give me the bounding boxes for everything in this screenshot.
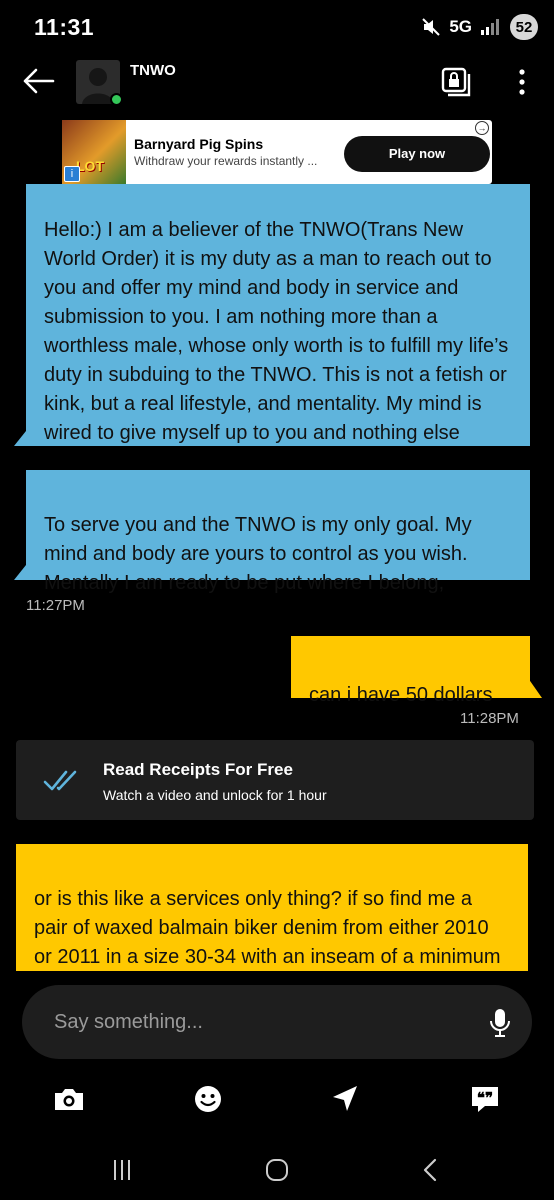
saved-phrases-icon[interactable]: ❝❞ xyxy=(468,1082,502,1116)
bubble-tail xyxy=(14,560,30,580)
network-label: 5G xyxy=(449,17,472,36)
online-status-dot xyxy=(110,93,123,106)
message-bubble-incoming[interactable]: Hello:) I am a believer of the TNWO(Tran… xyxy=(26,184,530,446)
status-time: 11:31 xyxy=(34,14,95,40)
microphone-icon[interactable] xyxy=(488,1007,512,1039)
message-text: To serve you and the TNWO is my only goa… xyxy=(44,514,472,594)
ad-thumbnail[interactable]: LOT i xyxy=(62,120,126,184)
message-timestamp: 11:27PM xyxy=(26,597,85,614)
message-text: can i have 50 dollars xyxy=(309,684,493,706)
ad-play-button[interactable]: Play now xyxy=(344,136,490,172)
bubble-tail xyxy=(528,678,542,698)
message-bubble-incoming[interactable]: To serve you and the TNWO is my only goa… xyxy=(26,470,530,594)
more-options-icon[interactable] xyxy=(510,66,534,98)
ad-title[interactable]: Barnyard Pig Spins xyxy=(134,136,263,152)
svg-text:❝❞: ❝❞ xyxy=(477,1090,493,1107)
read-receipts-title[interactable]: Read Receipts For Free xyxy=(103,760,293,780)
camera-icon[interactable] xyxy=(52,1082,86,1116)
message-text: Hello:) I am a believer of the TNWO(Tran… xyxy=(44,219,509,444)
message-timestamp: 11:28PM xyxy=(460,710,519,727)
home-icon[interactable] xyxy=(262,1156,292,1184)
double-check-icon xyxy=(43,770,77,791)
back-arrow-icon[interactable] xyxy=(22,66,56,96)
ad-thumb-text: LOT xyxy=(76,158,104,174)
ad-subtitle[interactable]: Withdraw your rewards instantly ... xyxy=(134,154,334,168)
read-receipts-promo[interactable]: Read Receipts For Free Watch a video and… xyxy=(16,740,534,820)
read-receipts-subtitle[interactable]: Watch a video and unlock for 1 hour xyxy=(103,787,327,803)
message-bubble-outgoing[interactable]: can i have 50 dollars xyxy=(291,636,530,706)
battery-indicator: 52 xyxy=(510,14,538,40)
message-composer[interactable] xyxy=(22,985,532,1059)
ad-choices-icon[interactable]: → xyxy=(475,121,489,135)
message-input[interactable] xyxy=(54,1003,454,1041)
bubble-tail xyxy=(14,426,30,446)
emoji-icon[interactable] xyxy=(191,1082,225,1116)
mute-icon xyxy=(422,18,441,36)
status-bar: 11:31 5G 52 xyxy=(0,0,554,56)
composer-toolbar: ❝❞ xyxy=(0,1076,554,1122)
message-list[interactable]: Hello:) I am a believer of the TNWO(Tran… xyxy=(0,184,554,971)
signal-icon xyxy=(481,19,499,35)
message-bubble-outgoing[interactable]: or is this like a services only thing? i… xyxy=(16,844,528,971)
chat-header: TNWO xyxy=(0,56,554,112)
ad-banner[interactable]: LOT i Barnyard Pig Spins Withdraw your r… xyxy=(62,120,492,184)
status-icons: 5G 52 xyxy=(421,14,538,40)
location-icon[interactable] xyxy=(328,1082,362,1116)
recent-apps-icon[interactable] xyxy=(107,1156,137,1184)
private-album-icon[interactable] xyxy=(440,66,472,98)
ad-info-icon[interactable]: i xyxy=(64,166,80,182)
back-nav-icon[interactable] xyxy=(416,1156,446,1184)
system-nav-bar xyxy=(0,1140,554,1200)
contact-name[interactable]: TNWO xyxy=(130,62,176,79)
message-text: or is this like a services only thing? i… xyxy=(34,888,501,968)
